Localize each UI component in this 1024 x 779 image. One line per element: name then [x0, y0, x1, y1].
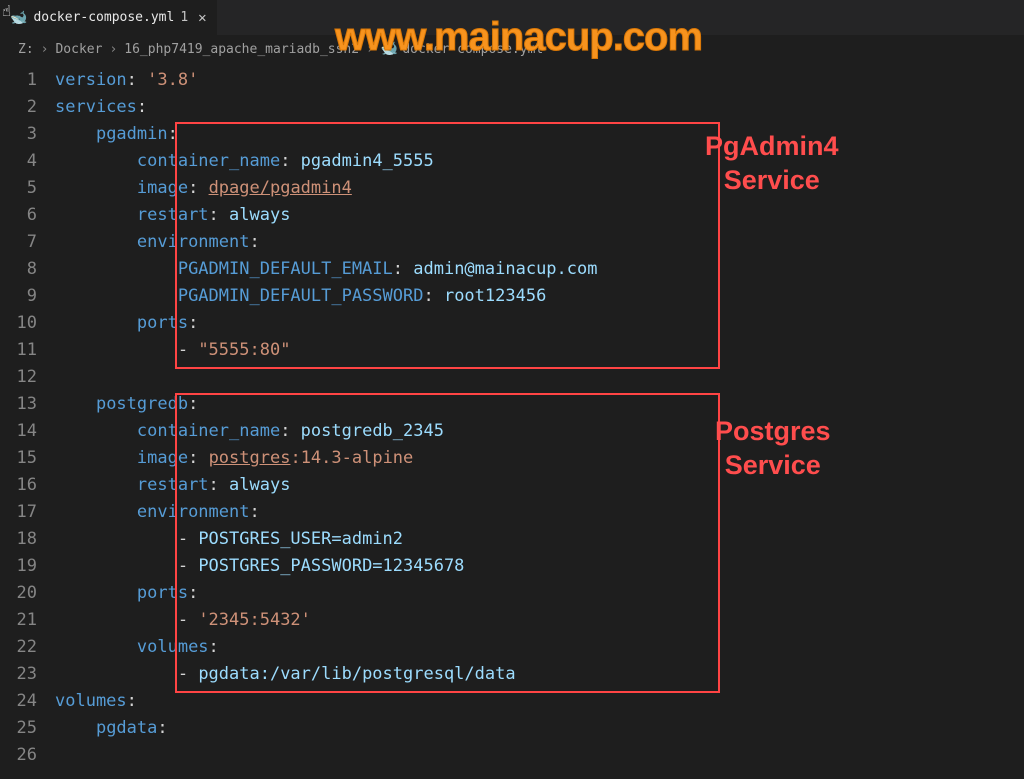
code-line[interactable]: PGADMIN_DEFAULT_EMAIL: admin@mainacup.co… — [55, 256, 1024, 283]
line-no: 5 — [0, 175, 37, 202]
line-gutter: 1 2 3 4 5 6 7 8 9 10 11 12 13 14 15 16 1… — [0, 67, 55, 769]
code-line[interactable]: services: — [55, 94, 1024, 121]
line-no: 3 — [0, 121, 37, 148]
line-no: 20 — [0, 580, 37, 607]
line-no: 9 — [0, 283, 37, 310]
tab-badge: 1 — [180, 10, 188, 25]
code-line[interactable]: pgdata: — [55, 715, 1024, 742]
tab-filename: docker-compose.yml — [33, 10, 174, 25]
code-line[interactable]: image: postgres:14.3-alpine — [55, 445, 1024, 472]
code-line[interactable]: - pgdata:/var/lib/postgresql/data — [55, 661, 1024, 688]
line-no: 2 — [0, 94, 37, 121]
code-line[interactable]: environment: — [55, 499, 1024, 526]
close-icon[interactable]: ✕ — [198, 10, 206, 26]
line-no: 10 — [0, 310, 37, 337]
line-no: 19 — [0, 553, 37, 580]
code-line[interactable]: container_name: postgredb_2345 — [55, 418, 1024, 445]
file-tab[interactable]: 🐋 docker-compose.yml 1 ✕ — [0, 0, 217, 35]
bc-file[interactable]: docker-compose.yml — [402, 42, 543, 57]
code-line[interactable]: restart: always — [55, 202, 1024, 229]
code-editor[interactable]: 1 2 3 4 5 6 7 8 9 10 11 12 13 14 15 16 1… — [0, 63, 1024, 769]
chevron-right-icon: › — [366, 42, 374, 57]
bc-drive[interactable]: Z: — [18, 42, 34, 57]
line-no: 7 — [0, 229, 37, 256]
code-content[interactable]: version: '3.8' services: pgadmin: contai… — [55, 67, 1024, 769]
bc-folder1[interactable]: Docker — [55, 42, 102, 57]
line-no: 4 — [0, 148, 37, 175]
code-line[interactable]: image: dpage/pgadmin4 — [55, 175, 1024, 202]
code-line[interactable]: container_name: pgadmin4_5555 — [55, 148, 1024, 175]
code-line[interactable] — [55, 742, 1024, 769]
code-line[interactable]: - '2345:5432' — [55, 607, 1024, 634]
line-no: 11 — [0, 337, 37, 364]
line-no: 15 — [0, 445, 37, 472]
line-no: 26 — [0, 742, 37, 769]
breadcrumb[interactable]: Z: › Docker › 16_php7419_apache_mariadb_… — [0, 35, 1024, 63]
code-line[interactable]: - "5555:80" — [55, 337, 1024, 364]
cursor-hand-icon: ☝ — [2, 2, 11, 20]
bc-folder2[interactable]: 16_php7419_apache_mariadb_ssh2 — [124, 42, 359, 57]
code-line[interactable]: ports: — [55, 580, 1024, 607]
line-no: 16 — [0, 472, 37, 499]
line-no: 1 — [0, 67, 37, 94]
line-no: 18 — [0, 526, 37, 553]
code-line[interactable]: - POSTGRES_USER=admin2 — [55, 526, 1024, 553]
code-line[interactable]: PGADMIN_DEFAULT_PASSWORD: root123456 — [55, 283, 1024, 310]
code-line[interactable]: environment: — [55, 229, 1024, 256]
code-line[interactable]: pgadmin: — [55, 121, 1024, 148]
tab-bar: 🐋 docker-compose.yml 1 ✕ — [0, 0, 1024, 35]
line-no: 12 — [0, 364, 37, 391]
code-line[interactable]: ports: — [55, 310, 1024, 337]
code-line[interactable] — [55, 364, 1024, 391]
chevron-right-icon: › — [41, 42, 49, 57]
code-line[interactable]: postgredb: — [55, 391, 1024, 418]
line-no: 8 — [0, 256, 37, 283]
line-no: 14 — [0, 418, 37, 445]
line-no: 23 — [0, 661, 37, 688]
code-line[interactable]: - POSTGRES_PASSWORD=12345678 — [55, 553, 1024, 580]
code-line[interactable]: volumes: — [55, 688, 1024, 715]
code-line[interactable]: version: '3.8' — [55, 67, 1024, 94]
line-no: 21 — [0, 607, 37, 634]
code-line[interactable]: volumes: — [55, 634, 1024, 661]
line-no: 22 — [0, 634, 37, 661]
chevron-right-icon: › — [109, 42, 117, 57]
line-no: 24 — [0, 688, 37, 715]
line-no: 17 — [0, 499, 37, 526]
line-no: 6 — [0, 202, 37, 229]
line-no: 13 — [0, 391, 37, 418]
docker-icon: 🐋 — [10, 10, 27, 26]
docker-icon: 🐋 — [381, 41, 398, 57]
line-no: 25 — [0, 715, 37, 742]
code-line[interactable]: restart: always — [55, 472, 1024, 499]
